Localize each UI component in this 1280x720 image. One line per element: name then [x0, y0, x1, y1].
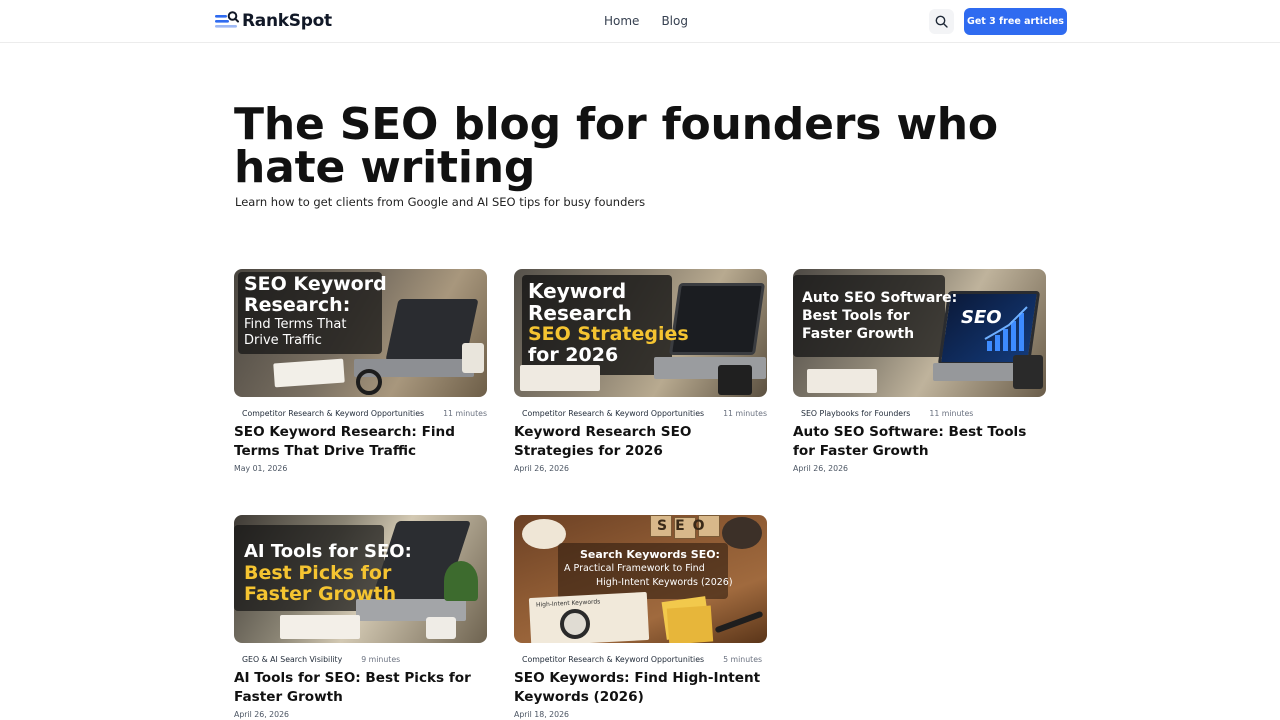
thumbnail-text: Research	[528, 301, 632, 325]
main-nav: Home Blog	[604, 14, 688, 28]
thumbnail-text: SEO Keyword	[244, 273, 387, 295]
post-title[interactable]: SEO Keywords: Find High-Intent Keywords …	[514, 669, 767, 707]
thumbnail-text: Auto SEO Software:	[802, 290, 958, 306]
thumbnail-text: Search Keywords SEO:	[580, 548, 720, 561]
post-read-time: 5 minutes	[723, 654, 763, 664]
post-thumbnail[interactable]: SEO Auto SEO Software: Best Tools for Fa…	[793, 269, 1046, 397]
brand-logo[interactable]: RankSpot	[215, 10, 332, 32]
thumbnail-text: SEO	[657, 518, 713, 534]
thumbnail-text: A Practical Framework to Find	[564, 563, 705, 574]
post-meta: Competitor Research & Keyword Opportunit…	[234, 408, 487, 418]
post-meta: SEO Playbooks for Founders 11 minutes	[793, 408, 1046, 418]
post-title[interactable]: SEO Keyword Research: Find Terms That Dr…	[234, 423, 487, 461]
post-card[interactable]: SEO Keyword Research: Find Terms That Dr…	[234, 269, 487, 473]
logo-mark-icon	[215, 10, 239, 32]
post-category[interactable]: Competitor Research & Keyword Opportunit…	[234, 409, 424, 418]
post-date: May 01, 2026	[234, 464, 288, 473]
nav-home[interactable]: Home	[604, 14, 639, 28]
thumbnail-text: Best Picks for	[244, 562, 392, 584]
thumbnail-text: for 2026	[528, 344, 619, 366]
post-date: April 26, 2026	[514, 464, 570, 473]
post-category[interactable]: GEO & AI Search Visibility	[234, 655, 342, 664]
growth-chart-icon	[984, 306, 1028, 351]
thumbnail-text: AI Tools for SEO:	[244, 541, 412, 562]
post-thumbnail[interactable]: SEO Keyword Research: Find Terms That Dr…	[234, 269, 487, 397]
thumbnail-text: Best Tools for	[802, 308, 910, 324]
post-read-time: 9 minutes	[361, 654, 401, 664]
thumbnail-text: Keyword	[528, 279, 627, 303]
post-card[interactable]: SEO Search Keywords SEO: A Practical Fra…	[514, 515, 767, 719]
thumbnail-text: SEO Strategies	[528, 323, 689, 345]
post-title[interactable]: Auto SEO Software: Best Tools for Faster…	[793, 423, 1046, 461]
post-card[interactable]: SEO Auto SEO Software: Best Tools for Fa…	[793, 269, 1046, 473]
site-header: RankSpot Home Blog Get 3 free articles	[0, 0, 1280, 43]
post-thumbnail[interactable]: AI Tools for SEO: Best Picks for Faster …	[234, 515, 487, 643]
post-read-time: 11 minutes	[929, 408, 974, 418]
post-title[interactable]: Keyword Research SEO Strategies for 2026	[514, 423, 767, 461]
post-date: April 26, 2026	[793, 464, 849, 473]
post-card[interactable]: Keyword Research SEO Strategies for 2026…	[514, 269, 767, 473]
post-date: April 26, 2026	[234, 710, 290, 719]
thumbnail-text: Faster Growth	[802, 326, 915, 342]
thumbnail-text: Drive Traffic	[244, 333, 322, 348]
post-read-time: 11 minutes	[443, 408, 488, 418]
post-date: April 18, 2026	[514, 710, 570, 719]
get-free-articles-button[interactable]: Get 3 free articles	[964, 8, 1067, 35]
thumbnail-text: High-Intent Keywords (2026)	[596, 577, 733, 588]
post-card[interactable]: AI Tools for SEO: Best Picks for Faster …	[234, 515, 487, 719]
post-category[interactable]: Competitor Research & Keyword Opportunit…	[514, 655, 704, 664]
post-category[interactable]: Competitor Research & Keyword Opportunit…	[514, 409, 704, 418]
post-read-time: 11 minutes	[723, 408, 768, 418]
thumbnail-text: Faster Growth	[244, 583, 397, 605]
post-meta: GEO & AI Search Visibility 9 minutes	[234, 654, 487, 664]
thumbnail-text: Research:	[244, 294, 351, 316]
post-title[interactable]: AI Tools for SEO: Best Picks for Faster …	[234, 669, 487, 707]
post-thumbnail[interactable]: Keyword Research SEO Strategies for 2026	[514, 269, 767, 397]
post-meta: Competitor Research & Keyword Opportunit…	[514, 654, 767, 664]
post-thumbnail[interactable]: SEO Search Keywords SEO: A Practical Fra…	[514, 515, 767, 643]
page-subtitle: Learn how to get clients from Google and…	[235, 195, 646, 209]
search-button[interactable]	[929, 9, 954, 34]
page-title: The SEO blog for founders who hate writi…	[234, 99, 998, 193]
post-category[interactable]: SEO Playbooks for Founders	[793, 409, 910, 418]
nav-blog[interactable]: Blog	[661, 14, 688, 28]
search-icon	[935, 15, 948, 28]
brand-name: RankSpot	[242, 11, 332, 31]
post-meta: Competitor Research & Keyword Opportunit…	[514, 408, 767, 418]
thumbnail-text: Find Terms That	[244, 317, 347, 332]
